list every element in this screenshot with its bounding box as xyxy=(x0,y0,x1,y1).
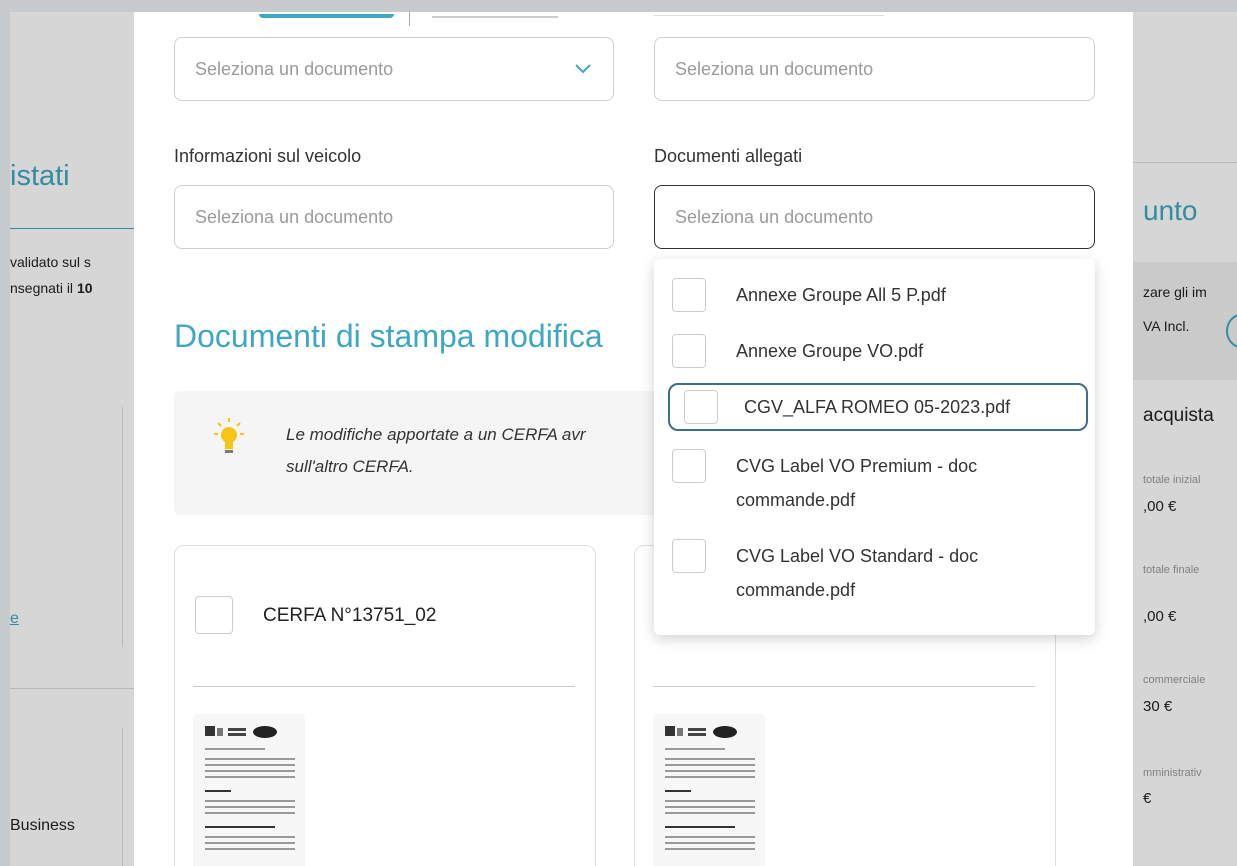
option-label-line: CVG Label VO Standard - doc xyxy=(736,546,979,566)
option-checkbox[interactable] xyxy=(672,539,706,573)
option-checkbox[interactable] xyxy=(672,449,706,483)
option-label: Annexe Groupe VO.pdf xyxy=(736,334,923,368)
option-label-line: CVG Label VO Premium - doc xyxy=(736,456,978,476)
chevron-down-icon xyxy=(575,64,591,74)
option-label-line: commande.pdf xyxy=(736,490,856,510)
vehicle-info-placeholder: Seleziona un documento xyxy=(195,206,394,227)
option-checkbox[interactable] xyxy=(672,278,706,312)
dropdown-option[interactable]: CVG Label VO Premium - doc commande.pdf xyxy=(672,449,1078,517)
tab-inactive-indicator[interactable] xyxy=(432,12,558,18)
option-label-line: commande.pdf xyxy=(736,580,856,600)
option-label: Annexe Groupe All 5 P.pdf xyxy=(736,278,946,312)
document-select-placeholder: Seleziona un documento xyxy=(195,58,394,79)
document-select-top-right[interactable]: Seleziona un documento xyxy=(654,37,1095,101)
option-checkbox[interactable] xyxy=(672,334,706,368)
tab-active-indicator[interactable] xyxy=(259,12,394,18)
document-thumbnail-icon xyxy=(193,714,305,866)
dropdown-option[interactable]: Annexe Groupe All 5 P.pdf xyxy=(672,278,1078,312)
attached-documents-dropdown: Annexe Groupe All 5 P.pdf Annexe Groupe … xyxy=(654,259,1095,635)
tab-separator xyxy=(409,12,410,26)
option-label-line: Annexe Groupe VO.pdf xyxy=(736,341,924,361)
option-label: CVG Label VO Standard - doc commande.pdf xyxy=(736,539,978,607)
dropdown-option[interactable]: Annexe Groupe VO.pdf xyxy=(672,334,1078,368)
option-label-line: CGV_ALFA ROMEO 05-2023.pdf xyxy=(744,397,1011,417)
cerfa-label: CERFA N°13751_02 xyxy=(263,605,437,626)
card-divider xyxy=(653,686,1035,687)
section-title: Documenti di stampa modifica xyxy=(174,318,603,354)
cerfa-checkbox[interactable] xyxy=(195,596,233,634)
vehicle-info-select[interactable]: Seleziona un documento xyxy=(174,185,614,249)
option-label-line: Annexe Groupe All 5 P.pdf xyxy=(736,285,946,305)
document-select-placeholder: Seleziona un documento xyxy=(675,58,874,79)
dropdown-option[interactable]: CVG Label VO Standard - doc commande.pdf xyxy=(672,539,1078,607)
attached-documents-label: Documenti allegati xyxy=(654,146,803,166)
card-divider xyxy=(193,686,575,687)
vehicle-info-label: Informazioni sul veicolo xyxy=(174,146,362,166)
dropdown-option-focused[interactable]: CGV_ALFA ROMEO 05-2023.pdf xyxy=(668,383,1088,431)
documents-modal: Seleziona un documento Seleziona un docu… xyxy=(134,12,1133,866)
option-label: CGV_ALFA ROMEO 05-2023.pdf xyxy=(744,390,1010,424)
document-thumbnail-icon xyxy=(653,714,765,866)
cerfa-card: CERFA N°13751_02 xyxy=(174,545,596,866)
option-label: CVG Label VO Premium - doc commande.pdf xyxy=(736,449,977,517)
attached-documents-select[interactable]: Seleziona un documento xyxy=(654,185,1095,249)
option-checkbox[interactable] xyxy=(684,390,718,424)
cut-off-label xyxy=(654,12,884,16)
attached-documents-placeholder: Seleziona un documento xyxy=(675,206,874,227)
document-select-top-left[interactable]: Seleziona un documento xyxy=(174,37,614,101)
lightbulb-icon xyxy=(214,418,244,453)
